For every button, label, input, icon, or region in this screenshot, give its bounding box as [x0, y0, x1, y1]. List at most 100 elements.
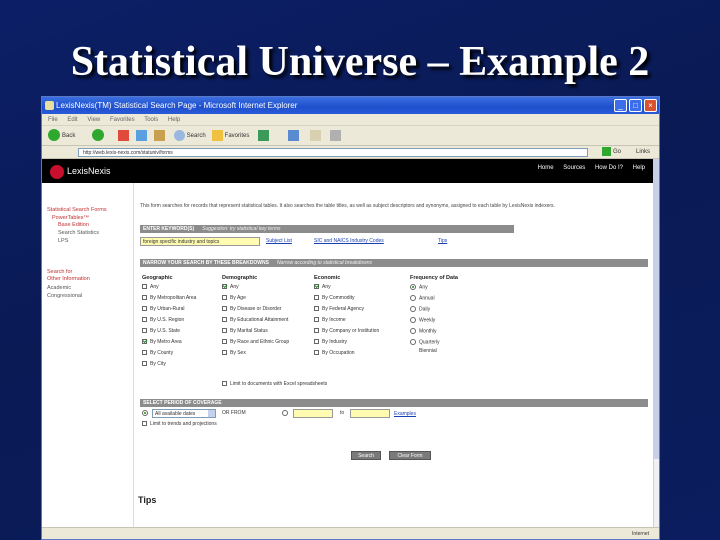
period-any-radio[interactable] [142, 410, 151, 417]
scrollbar-thumb[interactable] [654, 159, 659, 459]
geo-option[interactable]: By Metropolitan Area [142, 295, 196, 302]
econ-checkbox[interactable] [314, 306, 319, 312]
stop-button[interactable] [118, 129, 129, 143]
period-radio-selected[interactable] [142, 410, 148, 416]
econ-option[interactable]: Any [314, 284, 331, 291]
geo-checkbox[interactable] [142, 284, 147, 290]
menu-edit[interactable]: Edit [67, 117, 77, 123]
period-select[interactable]: All available dates [152, 409, 216, 418]
search-button[interactable]: Search [174, 129, 206, 143]
demo-option[interactable]: By Disease or Disorder [222, 306, 281, 313]
keyword-input[interactable]: foreign specific industry and topics [140, 237, 260, 246]
demo-option[interactable]: By Marital Status [222, 328, 268, 335]
geo-checkbox[interactable] [142, 350, 147, 356]
econ-option[interactable]: By Company or Institution [314, 328, 379, 335]
excel-limit-option[interactable]: Limit to documents with Excel spreadshee… [222, 381, 327, 388]
geo-option[interactable]: By Urban-Rural [142, 306, 184, 313]
favorites-button[interactable]: Favorites [212, 129, 249, 143]
mail-button[interactable] [310, 129, 321, 143]
geo-checkbox[interactable] [142, 361, 147, 367]
excel-limit-checkbox[interactable] [222, 381, 227, 387]
sidebar-item-powertables[interactable]: PowerTables™ [52, 215, 89, 222]
demo-checkbox[interactable] [222, 317, 227, 323]
sic-naics-link[interactable]: SIC and NAICS Industry Codes [314, 238, 384, 244]
examples-link[interactable]: Examples [394, 411, 416, 417]
freq-radio[interactable] [410, 328, 416, 334]
econ-option[interactable]: By Federal Agency [314, 306, 364, 313]
geo-checkbox[interactable] [142, 328, 147, 334]
go-button[interactable]: Go [602, 147, 630, 158]
freq-option[interactable]: Weekly [410, 317, 435, 324]
from-date-input[interactable] [293, 409, 333, 418]
econ-checkbox[interactable] [314, 295, 319, 301]
print-button[interactable] [330, 129, 341, 143]
history-button[interactable] [288, 129, 299, 143]
demo-checkbox[interactable] [222, 339, 227, 345]
refresh-button[interactable] [136, 129, 147, 143]
sidebar-item-congressional[interactable]: Congressional [47, 293, 82, 300]
period-radio[interactable] [282, 410, 288, 416]
econ-option[interactable]: By Industry [314, 339, 347, 346]
demo-checkbox[interactable] [222, 350, 227, 356]
close-button[interactable]: × [644, 99, 657, 112]
subject-list-link[interactable]: Subject List [266, 238, 292, 244]
search-submit-button[interactable]: Search [351, 451, 381, 460]
sidebar-item-search-statistics[interactable]: Search Statistics [58, 230, 99, 237]
freq-option[interactable]: Quarterly [410, 339, 440, 346]
econ-checkbox[interactable] [314, 328, 319, 334]
forward-button[interactable] [92, 129, 106, 143]
menu-file[interactable]: File [48, 117, 58, 123]
geo-checkbox[interactable] [142, 317, 147, 323]
trends-checkbox[interactable] [142, 421, 147, 427]
geo-option[interactable]: By County [142, 350, 173, 357]
econ-option[interactable]: By Occupation [314, 350, 355, 357]
link-help[interactable]: Help [633, 165, 645, 171]
demo-option[interactable]: By Educational Attainment [222, 317, 288, 324]
freq-option[interactable]: Daily [410, 306, 430, 313]
freq-radio[interactable] [410, 306, 416, 312]
trends-limit-option[interactable]: Limit to trends and projections [142, 421, 217, 428]
link-how-do-i[interactable]: How Do I? [595, 165, 623, 171]
freq-radio[interactable] [410, 295, 416, 301]
econ-option[interactable]: By Income [314, 317, 346, 324]
econ-checkbox[interactable] [314, 350, 319, 356]
geo-checkbox-checked[interactable] [142, 339, 147, 345]
menu-favorites[interactable]: Favorites [110, 117, 135, 123]
freq-option-text[interactable]: Biennial [419, 348, 437, 355]
menu-tools[interactable]: Tools [144, 117, 158, 123]
freq-option[interactable]: Monthly [410, 328, 437, 335]
freq-radio[interactable] [410, 317, 416, 323]
media-button[interactable] [258, 129, 269, 143]
link-home[interactable]: Home [538, 165, 554, 171]
geo-option[interactable]: By Metro Area [142, 339, 182, 346]
menu-help[interactable]: Help [168, 117, 180, 123]
period-range-radio[interactable] [282, 410, 291, 417]
geo-option[interactable]: By U.S. State [142, 328, 180, 335]
maximize-button[interactable]: □ [629, 99, 642, 112]
clear-form-button[interactable]: Clear Form [389, 451, 431, 460]
geo-option[interactable]: Any [142, 284, 159, 291]
freq-radio-selected[interactable] [410, 284, 416, 290]
sidebar-item-lps[interactable]: LPS [58, 238, 68, 245]
geo-option[interactable]: By City [142, 361, 166, 368]
tips-link[interactable]: Tips [438, 238, 447, 244]
demo-checkbox-checked[interactable] [222, 284, 227, 290]
vertical-scrollbar[interactable] [653, 159, 659, 527]
demo-checkbox[interactable] [222, 328, 227, 334]
sidebar-item-academic[interactable]: Academic [47, 285, 71, 292]
freq-radio[interactable] [410, 339, 416, 345]
back-button[interactable]: Back [48, 129, 75, 143]
demo-option[interactable]: By Race and Ethnic Group [222, 339, 289, 346]
econ-checkbox[interactable] [314, 339, 319, 345]
geo-checkbox[interactable] [142, 295, 147, 301]
demo-checkbox[interactable] [222, 295, 227, 301]
econ-checkbox[interactable] [314, 317, 319, 323]
menu-view[interactable]: View [87, 117, 100, 123]
links-label[interactable]: Links [636, 147, 650, 158]
demo-option[interactable]: By Sex [222, 350, 246, 357]
demo-checkbox[interactable] [222, 306, 227, 312]
home-button[interactable] [154, 129, 165, 143]
link-sources[interactable]: Sources [563, 165, 585, 171]
demo-option[interactable]: By Age [222, 295, 246, 302]
freq-option[interactable]: Annual [410, 295, 435, 302]
